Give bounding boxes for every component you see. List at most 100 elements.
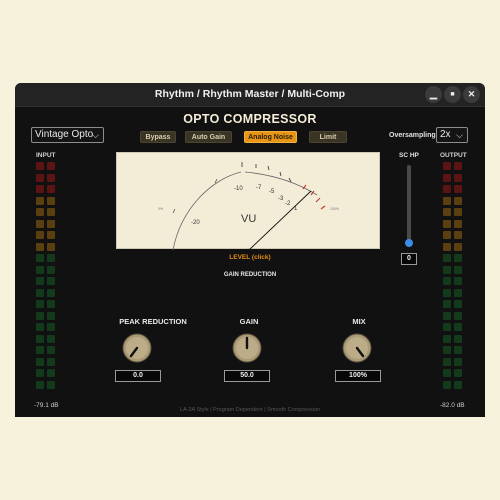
meter-segment — [47, 380, 55, 389]
bypass-button[interactable]: Bypass — [140, 131, 176, 143]
meter-segment — [36, 231, 44, 239]
meter-segment — [47, 219, 55, 228]
meter-segment — [443, 196, 451, 205]
meter-segment — [443, 242, 451, 251]
oversampling-select[interactable]: 2x ⌵ — [436, 127, 468, 143]
meter-segment — [47, 357, 55, 366]
gain-value[interactable]: 50.0 — [224, 370, 270, 382]
meter-segment — [47, 173, 55, 182]
vu-scale-label: -2 — [285, 201, 291, 207]
minimize-button[interactable]: ▁ — [425, 86, 442, 103]
model-select[interactable]: Vintage Opto ⌵ — [31, 127, 104, 143]
meter-segment — [47, 323, 55, 331]
meter-segment — [36, 334, 44, 343]
chevron-down-icon: ⌵ — [456, 130, 463, 140]
meter-segment — [47, 346, 55, 354]
meter-segment — [47, 288, 55, 297]
gain-knob[interactable] — [232, 333, 262, 363]
meter-segment — [443, 369, 451, 377]
plugin-title: OPTO COMPRESSOR — [183, 112, 317, 126]
meter-segment — [454, 173, 462, 182]
oversampling-label: Oversampling — [389, 132, 436, 139]
input-meter-label: INPUT — [36, 152, 56, 159]
meter-segment — [47, 185, 55, 193]
meter-segment — [454, 300, 462, 308]
meter-segment — [454, 185, 462, 193]
footer-text: LA-2A Style | Program Dependent | Smooth… — [179, 407, 321, 413]
meter-segment — [47, 208, 55, 216]
meter-segment — [36, 357, 44, 366]
meter-segment — [36, 219, 44, 228]
meter-segment — [454, 334, 462, 343]
title-bar: Rhythm / Rhythm Master / Multi-Comp ▁ ■ … — [15, 83, 485, 107]
sc-hp-label: SC HP — [399, 152, 419, 159]
meter-segment — [443, 311, 451, 320]
meter-segment — [454, 231, 462, 239]
vu-scale-label: -3 — [278, 196, 284, 202]
oversampling-value: 2x — [440, 129, 451, 140]
input-meter-right — [47, 162, 55, 397]
meter-segment — [454, 288, 462, 297]
meter-segment — [443, 185, 451, 193]
meter-segment — [454, 380, 462, 389]
meter-segment — [443, 357, 451, 366]
model-select-value: Vintage Opto — [35, 129, 94, 140]
meter-segment — [443, 346, 451, 354]
meter-segment — [36, 311, 44, 320]
meter-segment — [443, 219, 451, 228]
peak-reduction-knob[interactable] — [122, 333, 152, 363]
meter-segment — [36, 208, 44, 216]
vu-meter[interactable]: -20 -10 -7 -5 -3 -2 -1 0% 100% VU — [116, 152, 380, 251]
meter-segment — [36, 173, 44, 182]
knob-icon — [122, 333, 152, 363]
meter-segment — [443, 173, 451, 182]
meter-segment — [36, 380, 44, 389]
meter-segment — [36, 242, 44, 251]
meter-segment — [36, 185, 44, 193]
vu-scale-label: -1 — [292, 206, 298, 212]
knob-icon — [232, 333, 262, 363]
meter-segment — [454, 208, 462, 216]
sc-hp-slider-handle[interactable] — [405, 239, 413, 247]
meter-segment — [36, 369, 44, 377]
meter-segment — [443, 288, 451, 297]
meter-segment — [454, 196, 462, 205]
meter-segment — [454, 369, 462, 377]
meter-segment — [47, 277, 55, 285]
vu-scale-label: -5 — [269, 189, 275, 195]
close-button[interactable]: ✕ — [463, 86, 480, 103]
peak-reduction-value[interactable]: 0.0 — [115, 370, 161, 382]
meter-segment — [36, 323, 44, 331]
limit-button[interactable]: Limit — [309, 131, 347, 143]
meter-segment — [443, 380, 451, 389]
vu-scale-label: -20 — [191, 220, 200, 226]
window-title: Rhythm / Rhythm Master / Multi-Comp — [154, 88, 346, 100]
meter-segment — [47, 334, 55, 343]
sc-hp-value[interactable]: 0 — [401, 253, 417, 265]
meter-segment — [443, 231, 451, 239]
maximize-button[interactable]: ■ — [444, 86, 461, 103]
meter-segment — [454, 346, 462, 354]
peak-reduction-label: PEAK REDUCTION — [119, 317, 187, 326]
mix-value[interactable]: 100% — [335, 370, 381, 382]
meter-segment — [443, 208, 451, 216]
meter-segment — [47, 300, 55, 308]
vu-scale-label: -7 — [256, 185, 262, 191]
meter-segment — [443, 323, 451, 331]
vu-scale-label: -10 — [234, 186, 243, 192]
mix-knob[interactable] — [342, 333, 372, 363]
meter-segment — [36, 196, 44, 205]
analog-noise-button[interactable]: Analog Noise — [244, 131, 297, 143]
meter-segment — [36, 346, 44, 354]
gain-reduction-label: GAIN REDUCTION — [223, 272, 277, 278]
vu-max-label: 100% — [330, 207, 339, 211]
vu-label: VU — [241, 213, 256, 225]
output-meter-right — [454, 162, 462, 397]
gain-label: GAIN — [239, 317, 259, 326]
auto-gain-button[interactable]: Auto Gain — [185, 131, 232, 143]
meter-segment — [443, 334, 451, 343]
meter-segment — [47, 162, 55, 170]
sc-hp-slider-track[interactable] — [407, 165, 411, 245]
meter-segment — [36, 300, 44, 308]
knob-icon — [342, 333, 372, 363]
